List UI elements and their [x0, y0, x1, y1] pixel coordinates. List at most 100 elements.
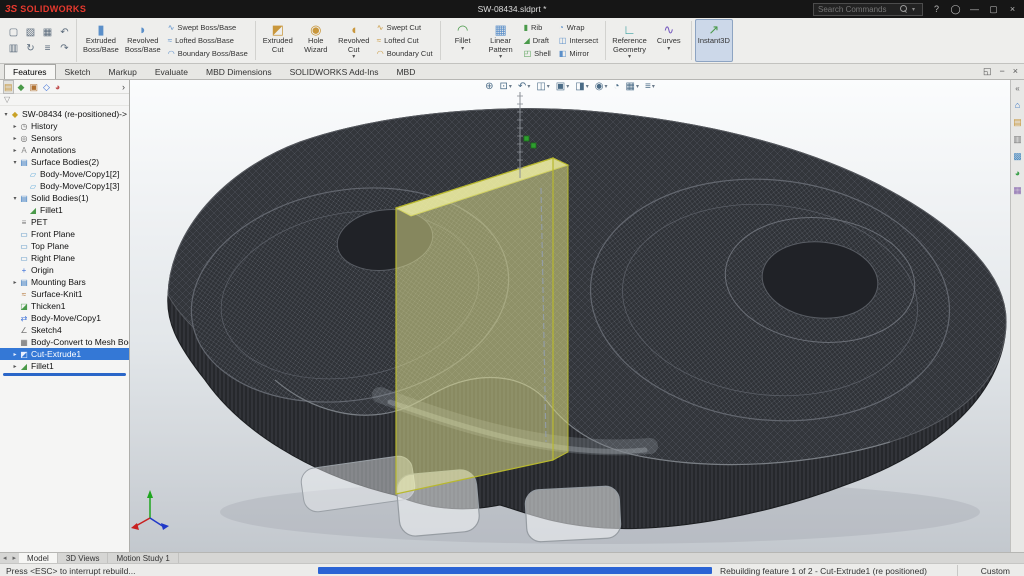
reference-geometry-button[interactable]: ∟ReferenceGeometry▾: [609, 19, 650, 62]
shell-button[interactable]: ◰Shell: [524, 48, 551, 60]
redo-icon[interactable]: ↷: [58, 42, 71, 55]
tab-markup[interactable]: Markup: [100, 64, 146, 79]
help-button[interactable]: ?: [930, 4, 943, 15]
cut-extrude-preview[interactable]: [396, 158, 568, 494]
undo-icon[interactable]: ↶: [58, 26, 71, 39]
expand-arrow-icon[interactable]: ▸: [11, 123, 19, 130]
dimxpertmanager-tab[interactable]: ◇: [43, 81, 50, 93]
close-button[interactable]: ×: [1006, 4, 1019, 15]
custom-units-dropdown[interactable]: Custom: [981, 566, 1010, 576]
tab-scroll-left-button[interactable]: ◂: [0, 553, 10, 563]
revolved-boss-base-button[interactable]: ◗RevolvedBoss/Base: [122, 19, 164, 62]
tree-item-fillet1[interactable]: ◢Fillet1: [0, 204, 129, 216]
expand-arrow-icon[interactable]: ▸: [11, 351, 19, 358]
expand-arrow-icon[interactable]: ▸: [11, 147, 19, 154]
hide-show-items-icon[interactable]: ◉▾: [595, 81, 608, 92]
tab-scroll-right-button[interactable]: ▸: [10, 553, 20, 563]
dropdown-caret-icon[interactable]: ▾: [499, 54, 502, 60]
tab-sketch[interactable]: Sketch: [56, 64, 100, 79]
section-view-icon[interactable]: ◫▾: [536, 81, 549, 92]
mirror-button[interactable]: ◧Mirror: [559, 48, 598, 60]
view-settings-icon[interactable]: ≡▾: [645, 81, 655, 92]
wrap-button[interactable]: ◔Wrap: [559, 22, 598, 34]
swept-cut-button[interactable]: ∿Swept Cut: [377, 22, 433, 34]
taskpane-collapse-button[interactable]: «: [1015, 84, 1019, 93]
tab-evaluate[interactable]: Evaluate: [146, 64, 197, 79]
display-style-icon[interactable]: ◨▾: [575, 81, 588, 92]
expand-arrow-icon[interactable]: ▸: [11, 135, 19, 142]
tab-mbd[interactable]: MBD: [387, 64, 424, 79]
tree-item-body-move-copy1-3[interactable]: ▱Body-Move/Copy1[3]: [0, 180, 129, 192]
tab-mbd-dimensions[interactable]: MBD Dimensions: [197, 64, 281, 79]
tree-item-thicken1[interactable]: ◪Thicken1: [0, 300, 129, 312]
curves-button[interactable]: ∿Curves▾: [650, 19, 688, 62]
tree-item-pet[interactable]: ≡PET: [0, 216, 129, 228]
bottom-tab-motion-study-1[interactable]: Motion Study 1: [108, 553, 178, 563]
tree-item-sketch4[interactable]: ∠Sketch4: [0, 324, 129, 336]
open-icon[interactable]: ▧: [24, 26, 37, 39]
search-caret-icon[interactable]: ▾: [912, 6, 915, 13]
custom-properties-icon[interactable]: ▦: [1013, 185, 1022, 195]
edit-appearance-icon[interactable]: ◔: [613, 81, 619, 92]
solidworks-resources-icon[interactable]: ⌂: [1015, 100, 1020, 110]
options-icon[interactable]: ≡: [41, 42, 54, 55]
panel-flyout-button[interactable]: ›: [122, 82, 125, 92]
drag-handle[interactable]: [524, 136, 529, 141]
filter-icon[interactable]: ▽: [4, 95, 10, 104]
boundary-boss-base-button[interactable]: ◠Boundary Boss/Base: [168, 48, 248, 60]
graphics-area[interactable]: ⊕⊡▾↶▾◫▾▣▾◨▾◉▾◔▦▾≡▾: [130, 80, 1010, 552]
draft-button[interactable]: ◢Draft: [524, 35, 551, 47]
tree-item-fillet1[interactable]: ▸◢Fillet1: [0, 360, 129, 372]
expand-arrow-icon[interactable]: ▾: [11, 159, 19, 166]
tree-item-mounting-bars[interactable]: ▸▤Mounting Bars: [0, 276, 129, 288]
rib-button[interactable]: ▮Rib: [524, 22, 551, 34]
lofted-boss-base-button[interactable]: ≈Lofted Boss/Base: [168, 35, 248, 47]
tree-filter-bar[interactable]: ▽: [0, 94, 129, 106]
zoom-area-icon[interactable]: ⊡▾: [500, 81, 512, 92]
lofted-cut-button[interactable]: ≈Lofted Cut: [377, 35, 433, 47]
file-explorer-icon[interactable]: ▥: [1013, 134, 1022, 144]
dropdown-caret-icon[interactable]: ▾: [352, 54, 355, 60]
tree-item-solid-bodies-1[interactable]: ▾▤Solid Bodies(1): [0, 192, 129, 204]
tab-features[interactable]: Features: [4, 64, 56, 79]
linear-pattern-button[interactable]: ▦LinearPattern▾: [482, 19, 520, 62]
instant3d-button[interactable]: ↗Instant3D: [695, 19, 733, 62]
propertymanager-tab[interactable]: ◆: [18, 81, 25, 93]
search-input[interactable]: [818, 5, 896, 14]
tree-item-history[interactable]: ▸◷History: [0, 120, 129, 132]
tree-item-right-plane[interactable]: ▭Right Plane: [0, 252, 129, 264]
rebuild-icon[interactable]: ↻: [24, 42, 37, 55]
extruded-cut-button[interactable]: ◩ExtrudedCut: [259, 19, 297, 62]
tree-item-sw-08434-re-positioned-x[interactable]: ▾◆SW-08434 (re-positioned)-> x: [0, 108, 129, 120]
fillet-button[interactable]: ◠Fillet▾: [444, 19, 482, 62]
dropdown-caret-icon[interactable]: ▾: [667, 46, 670, 52]
drag-handle[interactable]: [531, 143, 536, 148]
minimize-button[interactable]: —: [968, 4, 981, 15]
expand-arrow-icon[interactable]: ▸: [11, 279, 19, 286]
expand-arrow-icon[interactable]: ▸: [11, 363, 19, 370]
swept-boss-base-button[interactable]: ∿Swept Boss/Base: [168, 22, 248, 34]
featuremanager-tab[interactable]: ▤: [4, 81, 13, 93]
save-icon[interactable]: ▦: [41, 26, 54, 39]
tree-item-annotations[interactable]: ▸AAnnotations: [0, 144, 129, 156]
view-palette-icon[interactable]: ▩: [1013, 151, 1022, 161]
design-library-icon[interactable]: ▤: [1013, 117, 1022, 127]
search-box[interactable]: ▾: [813, 3, 923, 16]
search-icon[interactable]: [900, 5, 908, 13]
hole-wizard-button[interactable]: ◉HoleWizard: [297, 19, 335, 62]
dropdown-caret-icon[interactable]: ▾: [628, 54, 631, 60]
print-icon[interactable]: ▥: [7, 42, 20, 55]
tree-item-body-move-copy1[interactable]: ⇄Body-Move/Copy1: [0, 312, 129, 324]
tree-item-cut-extrude1[interactable]: ▸◩Cut-Extrude1: [0, 348, 129, 360]
bottom-tab-3d-views[interactable]: 3D Views: [58, 553, 109, 563]
extruded-boss-base-button[interactable]: ▮ExtrudedBoss/Base: [80, 19, 122, 62]
viewport-close-button[interactable]: ×: [1013, 66, 1018, 77]
viewport-restore-button[interactable]: ◱: [983, 66, 992, 77]
appearances-scenes-icon[interactable]: ◕: [1015, 168, 1020, 178]
tree-item-surface-knit1[interactable]: ≈Surface-Knit1: [0, 288, 129, 300]
expand-arrow-icon[interactable]: ▾: [2, 111, 10, 118]
new-icon[interactable]: ▢: [7, 26, 20, 39]
zoom-fit-icon[interactable]: ⊕: [485, 81, 493, 92]
tree-item-sensors[interactable]: ▸◎Sensors: [0, 132, 129, 144]
user-profile-button[interactable]: ◯: [949, 4, 962, 15]
